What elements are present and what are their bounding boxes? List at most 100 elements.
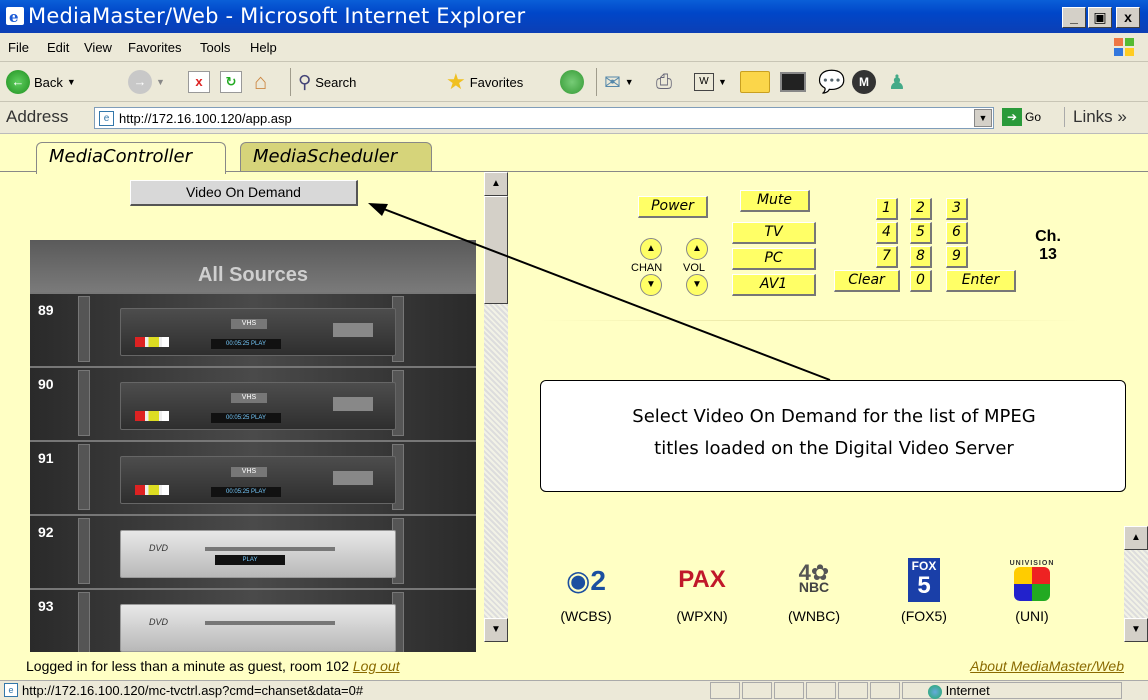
media-button[interactable] xyxy=(780,70,806,94)
address-input[interactable]: e http://172.16.100.120/app.asp ▼ xyxy=(94,107,994,129)
home-button[interactable]: ⌂ xyxy=(254,69,267,94)
search-button[interactable]: ⚲ Search xyxy=(298,70,356,94)
close-button[interactable]: x xyxy=(1116,7,1140,28)
about-link[interactable]: About MediaMaster/Web xyxy=(970,658,1124,674)
scroll-down-button[interactable]: ▼ xyxy=(484,618,508,642)
scroll-thumb[interactable] xyxy=(484,196,508,304)
address-dropdown-button[interactable]: ▼ xyxy=(974,109,992,127)
dvd-device-icon: DVD PLAY xyxy=(120,530,396,578)
mediamaster-button[interactable]: M xyxy=(852,70,876,94)
av1-button[interactable]: AV1 xyxy=(732,274,816,296)
source-slot[interactable]: 91 VHS 00:05:25 PLAY xyxy=(30,440,476,514)
back-arrow-icon: ← xyxy=(6,70,30,94)
channel-wnbc[interactable]: 4✿ NBC (WNBC) xyxy=(774,556,854,625)
callout-line-1: Select Video On Demand for the list of M… xyxy=(632,406,1036,427)
users-button[interactable]: ♟ xyxy=(888,70,906,94)
channel-uni[interactable]: UNIVISION (UNI) xyxy=(992,556,1072,625)
mail-button[interactable]: ✉ ▼ xyxy=(604,70,634,94)
folder-icon xyxy=(740,71,770,93)
digit-8-button[interactable]: 8 xyxy=(910,246,932,268)
digit-2-button[interactable]: 2 xyxy=(910,198,932,220)
fox5-logo-icon: FOX 5 xyxy=(884,556,964,604)
vol-down-button[interactable]: ▼ xyxy=(686,274,708,296)
status-url: http://172.16.100.120/mc-tvctrl.asp?cmd=… xyxy=(22,683,364,698)
mute-button[interactable]: Mute xyxy=(740,190,810,212)
menu-favorites[interactable]: Favorites xyxy=(128,40,181,55)
forward-button[interactable]: → ▼ xyxy=(128,70,165,94)
chan-label: CHAN xyxy=(631,262,663,274)
digit-0-button[interactable]: 0 xyxy=(910,270,932,292)
sources-scrollbar[interactable]: ▲ ▼ xyxy=(484,172,508,642)
maximize-button[interactable]: ▣ xyxy=(1088,7,1112,28)
channel-display: Ch. 13 xyxy=(1035,228,1061,263)
callout-line-2: titles loaded on the Digital Video Serve… xyxy=(654,438,1014,459)
menu-tools[interactable]: Tools xyxy=(200,40,230,55)
channel-fox5[interactable]: FOX 5 (FOX5) xyxy=(884,556,964,624)
favorites-button[interactable]: ★ Favorites xyxy=(446,69,523,94)
forward-arrow-icon: → xyxy=(128,70,152,94)
digit-9-button[interactable]: 9 xyxy=(946,246,968,268)
scroll-up-button[interactable]: ▲ xyxy=(1124,526,1148,550)
window-title: MediaMaster/Web - Microsoft Internet Exp… xyxy=(28,4,526,28)
print-button[interactable]: ⎙ xyxy=(656,70,672,94)
history-icon xyxy=(560,70,584,94)
search-icon: ⚲ xyxy=(298,71,312,92)
scroll-up-button[interactable]: ▲ xyxy=(484,172,508,196)
history-button[interactable] xyxy=(560,70,584,94)
pc-button[interactable]: PC xyxy=(732,248,816,270)
go-button[interactable]: ➔ Go xyxy=(1002,108,1041,126)
vol-up-button[interactable]: ▲ xyxy=(686,238,708,260)
tab-mediascheduler[interactable]: MediaScheduler xyxy=(240,142,432,172)
source-slot[interactable]: 93 DVD xyxy=(30,588,476,662)
ie-icon: e xyxy=(6,7,24,25)
nbc-logo-icon: 4✿ NBC xyxy=(798,560,830,595)
menu-edit[interactable]: Edit xyxy=(47,40,69,55)
status-bar: e http://172.16.100.120/mc-tvctrl.asp?cm… xyxy=(0,680,1148,700)
tv-button[interactable]: TV xyxy=(732,222,816,244)
chevron-down-icon: ▼ xyxy=(718,77,727,87)
refresh-button[interactable]: ↻ xyxy=(220,70,242,94)
channel-wcbs[interactable]: ◉2 (WCBS) xyxy=(546,556,626,625)
scroll-down-button[interactable]: ▼ xyxy=(1124,618,1148,642)
clear-button[interactable]: Clear xyxy=(834,270,900,292)
chan-down-button[interactable]: ▼ xyxy=(640,274,662,296)
stop-button[interactable]: x xyxy=(188,70,210,94)
vcr-device-icon: VHS 00:05:25 PLAY xyxy=(120,382,396,430)
folder-button[interactable] xyxy=(740,70,770,94)
chan-up-button[interactable]: ▲ xyxy=(640,238,662,260)
edit-button[interactable]: W ▼ xyxy=(694,70,727,94)
digit-7-button[interactable]: 7 xyxy=(876,246,898,268)
menu-view[interactable]: View xyxy=(84,40,112,55)
digit-5-button[interactable]: 5 xyxy=(910,222,932,244)
source-slot[interactable]: 92 DVD PLAY xyxy=(30,514,476,588)
address-bar: Address e http://172.16.100.120/app.asp … xyxy=(0,102,1148,134)
source-slot[interactable]: 90 VHS 00:05:25 PLAY xyxy=(30,366,476,440)
digit-6-button[interactable]: 6 xyxy=(946,222,968,244)
links-button[interactable]: Links » xyxy=(1064,107,1127,127)
tab-mediacontroller[interactable]: MediaController xyxy=(36,142,226,174)
video-on-demand-button[interactable]: Video On Demand xyxy=(130,180,358,206)
source-slot[interactable]: 89 VHS 00:05:25 PLAY xyxy=(30,292,476,366)
vol-label: VOL xyxy=(683,262,706,274)
messenger-button[interactable]: 💬 xyxy=(818,69,845,94)
login-status: Logged in for less than a minute as gues… xyxy=(26,658,349,674)
menu-file[interactable]: File xyxy=(8,40,29,55)
windows-logo-icon xyxy=(1114,38,1134,56)
channel-wpxn[interactable]: PAX (WPXN) xyxy=(662,556,742,624)
channels-scrollbar[interactable]: ▲ ▼ xyxy=(1124,526,1148,642)
pax-logo-icon: PAX xyxy=(678,566,726,593)
digit-1-button[interactable]: 1 xyxy=(876,198,898,220)
go-arrow-icon: ➔ xyxy=(1002,108,1022,126)
digit-4-button[interactable]: 4 xyxy=(876,222,898,244)
logout-link[interactable]: Log out xyxy=(353,658,400,674)
enter-button[interactable]: Enter xyxy=(946,270,1016,292)
mail-icon: ✉ xyxy=(604,71,621,94)
vcr-device-icon: VHS 00:05:25 PLAY xyxy=(120,308,396,356)
back-button[interactable]: ← Back ▼ xyxy=(6,70,76,94)
chevron-down-icon: ▼ xyxy=(156,77,165,87)
power-button[interactable]: Power xyxy=(638,196,708,218)
digit-3-button[interactable]: 3 xyxy=(946,198,968,220)
vcr-device-icon: VHS 00:05:25 PLAY xyxy=(120,456,396,504)
minimize-button[interactable]: _ xyxy=(1062,7,1086,28)
menu-help[interactable]: Help xyxy=(250,40,277,55)
